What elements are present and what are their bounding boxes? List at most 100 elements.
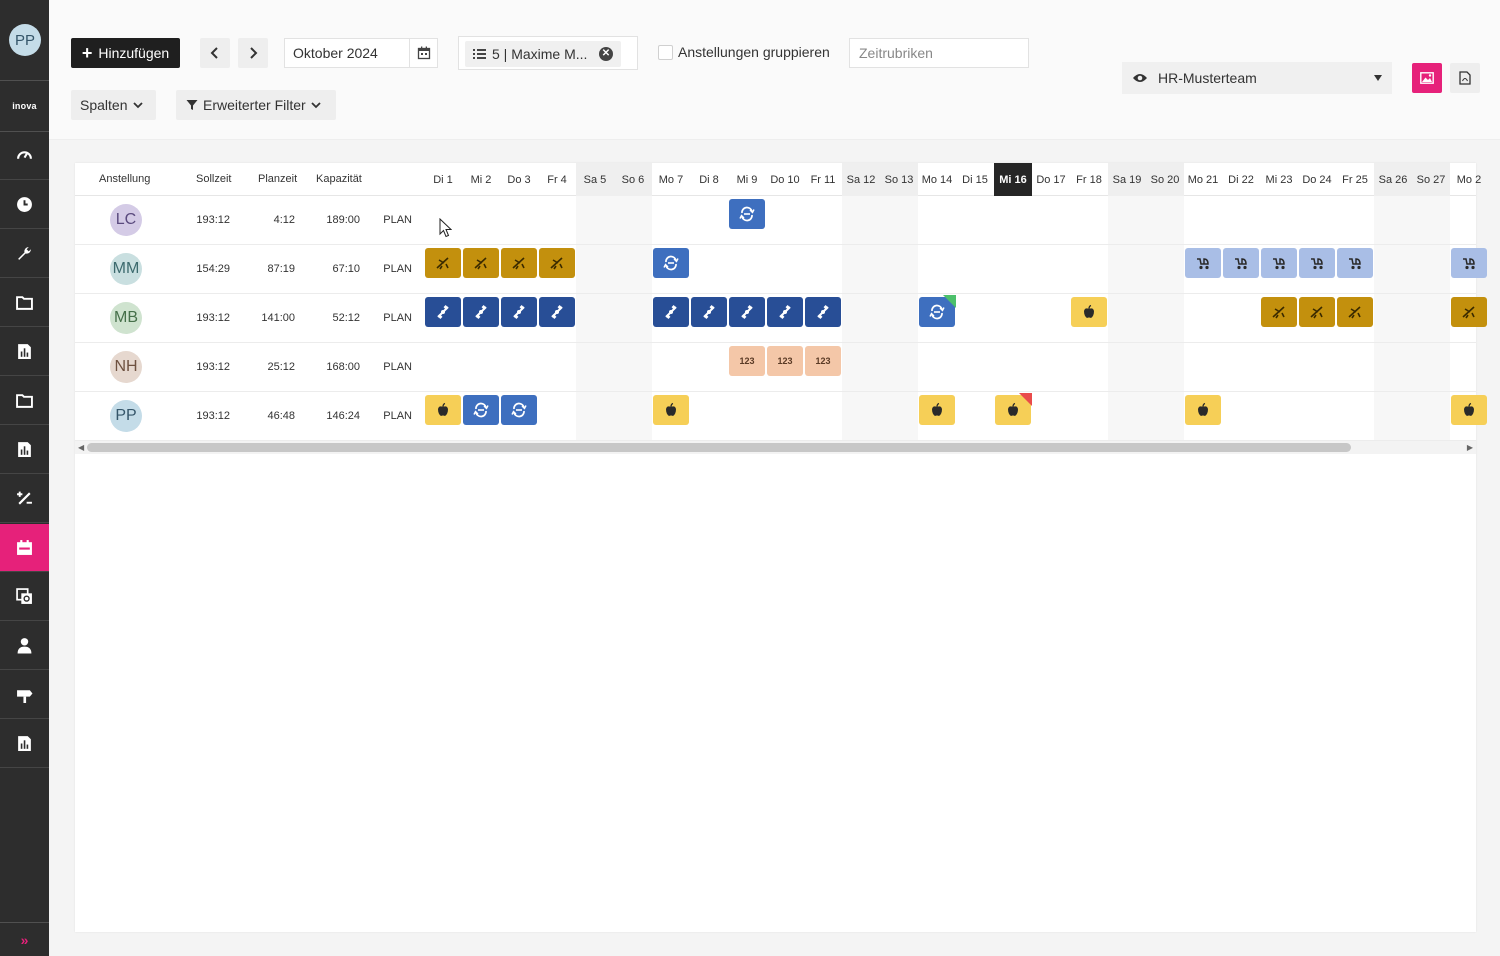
sidebar-nav-percent[interactable] [0, 475, 49, 523]
absence-tile-parental[interactable] [1261, 248, 1297, 278]
sidebar-nav-person[interactable] [0, 622, 49, 670]
inova-logo[interactable]: inova [0, 82, 49, 129]
employee-row[interactable]: NH 193:12 25:12 168:00 PLAN 123 123 123 [75, 343, 1476, 392]
absence-tile-vacation[interactable] [463, 248, 499, 278]
absence-tile-vacation[interactable] [501, 248, 537, 278]
plan-label[interactable]: PLAN [383, 312, 412, 324]
employee-row[interactable]: MB 193:12 141:00 52:12 PLAN [75, 294, 1487, 343]
sidebar-nav-calendar[interactable] [0, 524, 49, 572]
previous-month-button[interactable] [200, 38, 230, 68]
absence-tile-vacation[interactable] [1261, 297, 1297, 327]
absence-tile-parental[interactable] [1223, 248, 1259, 278]
absence-tile-numbers[interactable]: 123 [767, 346, 803, 376]
extended-filter-button[interactable]: Erweiterter Filter [176, 90, 336, 120]
absence-tile-parental[interactable] [1299, 248, 1335, 278]
absence-tile-apple[interactable] [653, 395, 689, 425]
copy-icon [16, 588, 33, 605]
absence-tile-sync[interactable] [501, 395, 537, 425]
group-employments-label[interactable]: Anstellungen gruppieren [678, 44, 830, 60]
absence-tile-parental[interactable] [1185, 248, 1221, 278]
sidebar-nav-signpost[interactable] [0, 671, 49, 719]
absence-tile-vacation[interactable] [1451, 297, 1487, 327]
absence-tile-apple[interactable] [919, 395, 955, 425]
employee-avatar[interactable]: LC [110, 204, 142, 236]
header-capacity[interactable]: Kapazität [316, 173, 362, 185]
employee-avatar[interactable]: NH [110, 351, 142, 383]
sidebar-nav-report[interactable] [0, 328, 49, 376]
group-employments-checkbox[interactable] [658, 45, 673, 60]
planned-time-cell: 141:00 [261, 312, 295, 324]
absence-tile-numbers[interactable]: 123 [805, 346, 841, 376]
absence-tile-parental[interactable] [1451, 248, 1487, 278]
absence-tile-satellite[interactable] [501, 297, 537, 327]
absence-tile-satellite[interactable] [463, 297, 499, 327]
employee-row[interactable]: LC 193:12 4:12 189:00 PLAN [75, 196, 1476, 245]
sidebar-nav-folder[interactable] [0, 279, 49, 327]
employee-avatar[interactable]: PP [110, 400, 142, 432]
month-picker[interactable]: Oktober 2024 [284, 38, 438, 68]
header-target-time[interactable]: Sollzeit [196, 173, 231, 185]
absence-tile-vacation[interactable] [1299, 297, 1335, 327]
employee-filter[interactable]: 5 | Maxime M... ✕ [458, 36, 638, 70]
employee-avatar[interactable]: MB [110, 302, 142, 334]
time-category-input[interactable] [849, 38, 1029, 68]
sidebar-nav-copy[interactable] [0, 573, 49, 621]
sidebar-nav-wrench[interactable] [0, 230, 49, 278]
absence-tile-satellite[interactable] [653, 297, 689, 327]
absence-tile-vacation[interactable] [539, 248, 575, 278]
absence-tile-apple[interactable] [425, 395, 461, 425]
absence-tile-satellite[interactable] [691, 297, 727, 327]
header-planned-time[interactable]: Planzeit [258, 173, 297, 185]
next-month-button[interactable] [238, 38, 268, 68]
plan-label[interactable]: PLAN [383, 263, 412, 275]
absence-tile-satellite[interactable] [767, 297, 803, 327]
filter-chip[interactable]: 5 | Maxime M... ✕ [465, 41, 621, 67]
rejected-badge-icon [1019, 393, 1032, 406]
sidebar-nav-report[interactable] [0, 720, 49, 768]
close-icon[interactable]: ✕ [599, 47, 613, 61]
scroll-thumb[interactable] [87, 443, 1351, 452]
target-time-cell: 193:12 [196, 361, 230, 373]
employee-row[interactable]: MM 154:29 87:19 67:10 PLAN [75, 245, 1487, 294]
expand-sidebar-icon[interactable]: » [0, 922, 49, 956]
add-button[interactable]: + Hinzufügen [71, 38, 180, 68]
sidebar-nav-folder[interactable] [0, 377, 49, 425]
plan-label[interactable]: PLAN [383, 410, 412, 422]
absence-tile-numbers[interactable]: 123 [729, 346, 765, 376]
user-avatar[interactable]: PP [9, 24, 41, 56]
image-export-button[interactable] [1412, 63, 1442, 93]
funnel-icon [186, 100, 198, 110]
absence-tile-satellite[interactable] [539, 297, 575, 327]
sidebar-nav-clock[interactable] [0, 181, 49, 229]
plan-label[interactable]: PLAN [383, 214, 412, 226]
absence-tile-vacation[interactable] [425, 248, 461, 278]
sidebar-nav-report[interactable] [0, 426, 49, 474]
absence-tile-satellite[interactable] [425, 297, 461, 327]
absence-tile-satellite[interactable] [729, 297, 765, 327]
calendar-icon[interactable] [409, 39, 437, 67]
employee-avatar[interactable]: MM [110, 253, 142, 285]
absence-tile-parental[interactable] [1337, 248, 1373, 278]
day-header: Fr 25 [1342, 173, 1368, 186]
absence-tile-apple[interactable] [1071, 297, 1107, 327]
team-view-select[interactable]: HR-Musterteam [1122, 62, 1392, 94]
absence-tile-sync[interactable] [919, 295, 956, 327]
absence-tile-apple[interactable] [995, 393, 1032, 425]
horizontal-scrollbar[interactable]: ◀ ▶ [75, 441, 1476, 454]
pdf-export-button[interactable] [1450, 63, 1480, 93]
absence-tile-satellite[interactable] [805, 297, 841, 327]
capacity-cell: 146:24 [326, 410, 360, 422]
plan-label[interactable]: PLAN [383, 361, 412, 373]
employee-row[interactable]: PP 193:12 46:48 146:24 PLAN [75, 392, 1487, 441]
scroll-left-icon[interactable]: ◀ [78, 443, 84, 452]
absence-tile-sync[interactable] [729, 199, 765, 229]
absence-tile-apple[interactable] [1185, 395, 1221, 425]
columns-button[interactable]: Spalten [71, 90, 156, 120]
absence-tile-sync[interactable] [653, 248, 689, 278]
header-employment[interactable]: Anstellung [99, 173, 150, 185]
absence-tile-apple[interactable] [1451, 395, 1487, 425]
absence-tile-sync[interactable] [463, 395, 499, 425]
sidebar-nav-dashboard[interactable] [0, 132, 49, 180]
scroll-right-icon[interactable]: ▶ [1467, 443, 1473, 452]
absence-tile-vacation[interactable] [1337, 297, 1373, 327]
